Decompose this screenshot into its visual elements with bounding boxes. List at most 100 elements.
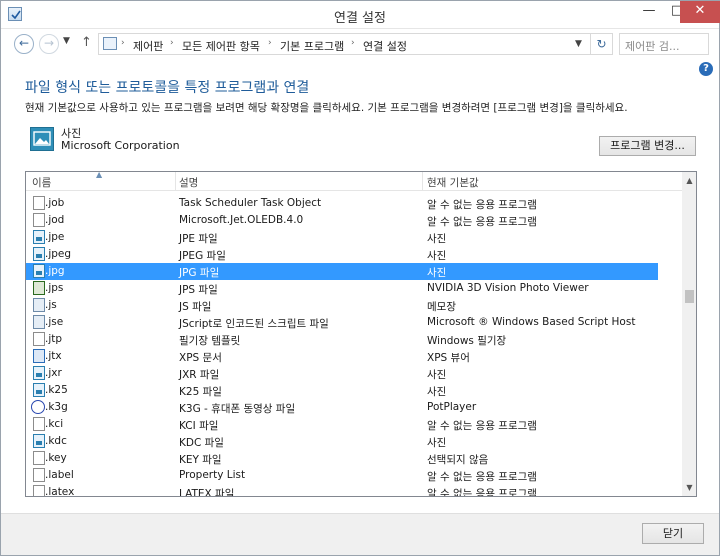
current-default-program: 알 수 없는 응용 프로그램: [427, 420, 537, 432]
list-header: 이름 ▲ 설명 현재 기본값: [26, 172, 682, 191]
current-program-company: Microsoft Corporation: [61, 139, 180, 152]
table-row[interactable]: .jps JPS 파일 NVIDIA 3D Vision Photo Viewer: [26, 280, 658, 297]
current-default-program: 메모장: [427, 301, 456, 313]
back-arrow-icon[interactable]: ←: [14, 34, 34, 54]
column-divider[interactable]: [422, 172, 423, 191]
sort-ascending-icon: ▲: [96, 171, 103, 179]
breadcrumb-control-panel[interactable]: 제어판: [133, 38, 163, 54]
extension-description: JPG 파일: [179, 267, 220, 279]
extension-name: .jtp: [45, 333, 63, 345]
table-row[interactable]: .job Task Scheduler Task Object 알 수 없는 응용 …: [26, 195, 658, 212]
page-title: 파일 형식 또는 프로토콜을 특정 프로그램과 연결: [25, 80, 310, 96]
table-row[interactable]: .k3g K3G - 휴대폰 동영상 파일 PotPlayer: [26, 399, 658, 416]
extension-description: Property List: [179, 469, 246, 481]
close-button[interactable]: 닫기: [642, 523, 704, 544]
scroll-down-arrow-icon[interactable]: ▼: [682, 479, 696, 496]
image-file-icon: [33, 366, 45, 380]
table-row[interactable]: .jpe JPE 파일 사진: [26, 229, 658, 246]
document-file-icon: [33, 196, 45, 210]
address-bar[interactable]: › 제어판 › 모든 제어판 항목 › 기본 프로그램 › 연결 설정 ▼: [98, 33, 591, 55]
column-divider[interactable]: [175, 172, 176, 191]
current-default-program: Microsoft ® Windows Based Script Host: [427, 316, 636, 328]
image-file-icon: [33, 383, 45, 397]
document-file-icon: [33, 332, 45, 346]
file-association-list[interactable]: 이름 ▲ 설명 현재 기본값 .job Task Scheduler Task O…: [25, 171, 697, 497]
table-row[interactable]: .jtp 필기장 템플릿 Windows 필기장: [26, 331, 658, 348]
extension-description: 필기장 템플릿: [179, 335, 241, 347]
refresh-icon[interactable]: ↻: [591, 33, 613, 55]
table-row[interactable]: .k25 K25 파일 사진: [26, 382, 658, 399]
extension-name: .jps: [45, 282, 64, 294]
table-row[interactable]: .js JS 파일 메모장: [26, 297, 658, 314]
help-icon[interactable]: ?: [699, 62, 713, 76]
forward-arrow-icon[interactable]: →: [39, 34, 59, 54]
change-program-button[interactable]: 프로그램 변경...: [599, 136, 696, 156]
column-header-description[interactable]: 설명: [179, 175, 198, 190]
current-default-program: 사진: [427, 233, 447, 245]
extension-name: .jpeg: [45, 248, 72, 260]
control-panel-icon: [103, 37, 117, 50]
table-row[interactable]: .jtx XPS 문서 XPS 뷰어: [26, 348, 658, 365]
table-row[interactable]: .jse JScript로 인코드된 스크립트 파일 Microsoft ® Win…: [26, 314, 658, 331]
image-file-icon: [33, 434, 45, 448]
current-default-program: 알 수 없는 응용 프로그램: [427, 488, 537, 497]
image-file-icon: [33, 264, 45, 278]
breadcrumb-default-programs[interactable]: 기본 프로그램: [280, 38, 344, 54]
vertical-scrollbar[interactable]: ▲ ▼: [682, 172, 696, 496]
document-file-icon: [33, 485, 45, 496]
chevron-right-icon[interactable]: ›: [170, 38, 174, 48]
column-header-current-default[interactable]: 현재 기본값: [427, 175, 479, 190]
extension-name: .k25: [45, 384, 68, 396]
extension-name: .kdc: [45, 435, 67, 447]
scrollbar-thumb[interactable]: [685, 290, 694, 303]
navigation-bar: ← → ▼ ↑ › 제어판 › 모든 제어판 항목 › 기본 프로그램 › 연결…: [1, 29, 719, 59]
image-file-icon: [33, 247, 45, 261]
chevron-right-icon[interactable]: ›: [351, 38, 355, 48]
current-default-program: 알 수 없는 응용 프로그램: [427, 216, 537, 228]
table-row[interactable]: .jpeg JPEG 파일 사진: [26, 246, 658, 263]
window-title: 연결 설정: [334, 11, 386, 26]
chevron-right-icon[interactable]: ›: [121, 38, 125, 48]
scroll-up-arrow-icon[interactable]: ▲: [682, 172, 696, 189]
nvidia-file-icon: [33, 281, 45, 295]
current-default-program: 알 수 없는 응용 프로그램: [427, 471, 537, 483]
table-row[interactable]: .jod Microsoft.Jet.OLEDB.4.0 알 수 없는 응용 프로그…: [26, 212, 658, 229]
extension-name: .jxr: [45, 367, 62, 379]
table-row[interactable]: .jxr JXR 파일 사진: [26, 365, 658, 382]
current-default-program: 사진: [427, 386, 447, 398]
breadcrumb-set-associations[interactable]: 연결 설정: [363, 38, 407, 54]
title-bar: 연결 설정 — □ ✕: [1, 1, 720, 29]
table-row[interactable]: .key KEY 파일 선택되지 않음: [26, 450, 658, 467]
extension-name: .key: [45, 452, 67, 464]
table-row[interactable]: .latex LATEX 파일 알 수 없는 응용 프로그램: [26, 484, 658, 497]
table-row[interactable]: .label Property List 알 수 없는 응용 프로그램: [26, 467, 658, 484]
breadcrumb-all-items[interactable]: 모든 제어판 항목: [182, 38, 260, 54]
extension-name: .job: [45, 197, 65, 209]
extension-description: JS 파일: [179, 301, 212, 313]
extension-description: JPS 파일: [179, 284, 218, 296]
extension-description: JPE 파일: [179, 233, 218, 245]
recent-locations-chevron-icon[interactable]: ▼: [63, 36, 70, 46]
extension-description: KDC 파일: [179, 437, 224, 449]
document-file-icon: [33, 417, 45, 431]
extension-name: .k3g: [45, 401, 68, 413]
table-row[interactable]: .kci KCI 파일 알 수 없는 응용 프로그램: [26, 416, 658, 433]
minimize-button[interactable]: —: [635, 1, 663, 23]
current-default-program: PotPlayer: [427, 401, 477, 413]
chevron-down-icon[interactable]: ▼: [575, 39, 582, 49]
table-row[interactable]: .jpg JPG 파일 사진: [26, 263, 658, 280]
extension-name: .jpg: [45, 265, 65, 277]
extension-name: .js: [45, 299, 57, 311]
chevron-right-icon[interactable]: ›: [268, 38, 272, 48]
document-file-icon: [33, 213, 45, 227]
current-default-program: 사진: [427, 250, 447, 262]
extension-description: XPS 문서: [179, 352, 222, 364]
current-default-program: Windows 필기장: [427, 335, 507, 347]
up-arrow-icon[interactable]: ↑: [81, 35, 92, 50]
close-window-button[interactable]: ✕: [680, 1, 720, 23]
extension-description: Microsoft.Jet.OLEDB.4.0: [179, 214, 304, 226]
table-row[interactable]: .kdc KDC 파일 사진: [26, 433, 658, 450]
window: 연결 설정 — □ ✕ ← → ▼ ↑ › 제어판 › 모든 제어판 항목 › …: [0, 0, 720, 556]
search-input[interactable]: 제어판 검...: [619, 33, 709, 55]
column-header-name[interactable]: 이름: [32, 175, 51, 190]
